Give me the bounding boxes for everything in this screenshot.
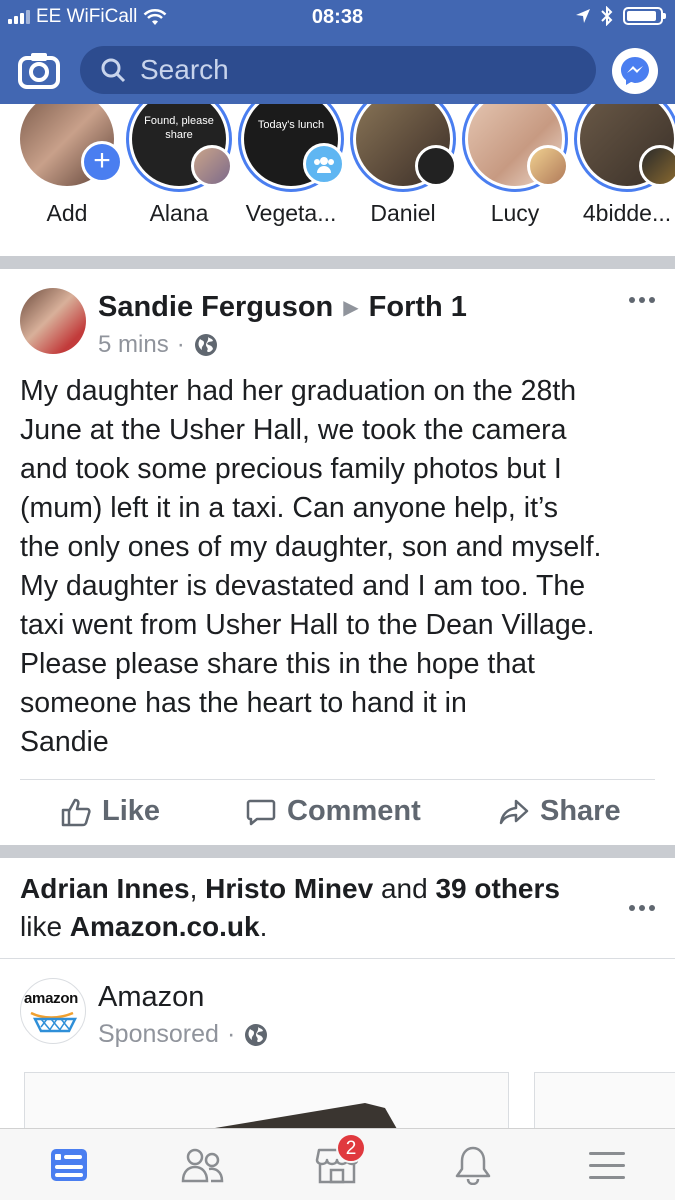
notifications-icon bbox=[455, 1146, 491, 1185]
post-header: Sandie Ferguson ▶ Forth 1 bbox=[98, 291, 467, 324]
story-text: Today's lunch bbox=[257, 119, 325, 131]
story-ring: + bbox=[14, 104, 123, 192]
share-button[interactable]: Share bbox=[498, 795, 621, 828]
like-button[interactable]: Like bbox=[60, 795, 160, 828]
bottom-tab-bar: 2 bbox=[0, 1128, 675, 1200]
story-ring: Found, please share bbox=[126, 104, 233, 192]
story-lucy[interactable]: Lucy bbox=[460, 104, 570, 227]
camera-icon bbox=[18, 53, 60, 89]
search-input[interactable] bbox=[140, 54, 560, 86]
others-link[interactable]: 39 others bbox=[435, 873, 560, 904]
sponsored-divider bbox=[0, 958, 675, 959]
comment-button[interactable]: Comment bbox=[245, 795, 421, 828]
story-daniel[interactable]: Daniel bbox=[348, 104, 458, 227]
globe-icon bbox=[245, 1023, 268, 1046]
stories-tray: + Add Found, please share Alana Today's … bbox=[0, 104, 675, 256]
status-bar: EE WiFiCall 08:38 bbox=[0, 0, 675, 34]
story-label: Add bbox=[46, 200, 88, 226]
news-feed-icon bbox=[51, 1149, 87, 1181]
story-owner-avatar bbox=[415, 145, 457, 187]
section-divider bbox=[0, 845, 675, 858]
text-and: and bbox=[373, 873, 436, 904]
globe-icon bbox=[194, 334, 217, 356]
comment-icon bbox=[246, 799, 276, 825]
story-ring: Today's lunch bbox=[238, 104, 345, 192]
tab-menu[interactable] bbox=[582, 1143, 632, 1187]
amazon-logo[interactable]: amazon bbox=[20, 978, 86, 1044]
story-ring bbox=[574, 104, 675, 192]
story-owner-avatar bbox=[191, 145, 233, 187]
notification-badge: 2 bbox=[336, 1133, 366, 1163]
messenger-button[interactable] bbox=[612, 48, 658, 94]
story-owner-avatar bbox=[639, 145, 675, 187]
share-icon bbox=[499, 799, 529, 824]
friends-icon bbox=[181, 1148, 224, 1183]
like-label: Like bbox=[102, 795, 161, 827]
group-name[interactable]: Forth 1 bbox=[369, 291, 467, 324]
story-owner-avatar bbox=[527, 145, 569, 187]
page-link[interactable]: Amazon.co.uk bbox=[70, 911, 260, 942]
post-actions: Like Comment Share bbox=[0, 785, 675, 845]
plus-icon: + bbox=[81, 141, 123, 183]
post-more-button[interactable] bbox=[629, 297, 655, 303]
post-time[interactable]: 5 mins bbox=[98, 331, 169, 359]
meta-separator: · bbox=[176, 331, 185, 358]
cart-icon bbox=[30, 1011, 78, 1033]
story-alana[interactable]: Found, please share Alana bbox=[124, 104, 234, 227]
tab-marketplace[interactable]: 2 bbox=[312, 1133, 366, 1187]
sponsored-more-button[interactable] bbox=[629, 905, 655, 911]
bluetooth-icon bbox=[601, 6, 613, 26]
status-right bbox=[575, 6, 666, 26]
amazon-logo-text: amazon bbox=[24, 990, 79, 1007]
liker-name[interactable]: Adrian Innes bbox=[20, 873, 190, 904]
story-label: Alana bbox=[149, 200, 209, 226]
camera-button[interactable] bbox=[18, 50, 60, 90]
actions-divider bbox=[20, 779, 655, 780]
story-add[interactable]: + Add bbox=[12, 104, 123, 227]
advertiser-name[interactable]: Amazon bbox=[98, 981, 204, 1014]
section-divider bbox=[0, 256, 675, 269]
story-ring bbox=[462, 104, 569, 192]
menu-icon bbox=[589, 1152, 625, 1179]
share-label: Share bbox=[540, 795, 621, 827]
search-icon bbox=[101, 58, 126, 83]
battery-icon bbox=[623, 7, 666, 25]
thumbs-up-icon bbox=[61, 798, 91, 826]
story-label: 4bidde... bbox=[582, 200, 672, 226]
story-vegetarian[interactable]: Today's lunch Vegeta... bbox=[236, 104, 346, 227]
location-arrow-icon bbox=[576, 9, 590, 23]
tab-news-feed[interactable] bbox=[44, 1143, 94, 1187]
text-like: like bbox=[20, 911, 70, 942]
author-name[interactable]: Sandie Ferguson bbox=[98, 291, 333, 324]
liker-name[interactable]: Hristo Minev bbox=[205, 873, 373, 904]
text-period: . bbox=[259, 911, 268, 942]
top-header: EE WiFiCall 08:38 bbox=[0, 0, 675, 104]
messenger-icon bbox=[621, 57, 649, 85]
text-separator: , bbox=[189, 873, 206, 904]
story-label: Vegeta... bbox=[245, 200, 337, 226]
sponsored-meta: Sponsored · bbox=[98, 1020, 269, 1049]
story-label: Daniel bbox=[370, 200, 436, 226]
search-bar[interactable] bbox=[80, 46, 596, 94]
group-icon bbox=[303, 143, 345, 185]
sponsored-label: Sponsored bbox=[98, 1020, 219, 1048]
meta-separator: · bbox=[226, 1020, 236, 1048]
comment-label: Comment bbox=[287, 795, 421, 827]
post-meta: 5 mins · bbox=[98, 331, 219, 359]
status-time: 08:38 bbox=[311, 6, 364, 28]
story-label: Lucy bbox=[490, 200, 540, 226]
social-context: Adrian Innes, Hristo Minev and 39 others… bbox=[20, 870, 630, 946]
right-triangle-icon: ▶ bbox=[343, 297, 359, 319]
post-text: My daughter had her graduation on the 28… bbox=[20, 375, 602, 758]
tab-notifications[interactable] bbox=[448, 1143, 498, 1187]
story-ring bbox=[350, 104, 457, 192]
author-avatar[interactable] bbox=[20, 288, 86, 354]
story-text: Found, please share bbox=[144, 115, 214, 141]
story-4bidden[interactable]: 4bidde... bbox=[572, 104, 675, 227]
tab-friends[interactable] bbox=[178, 1143, 228, 1187]
